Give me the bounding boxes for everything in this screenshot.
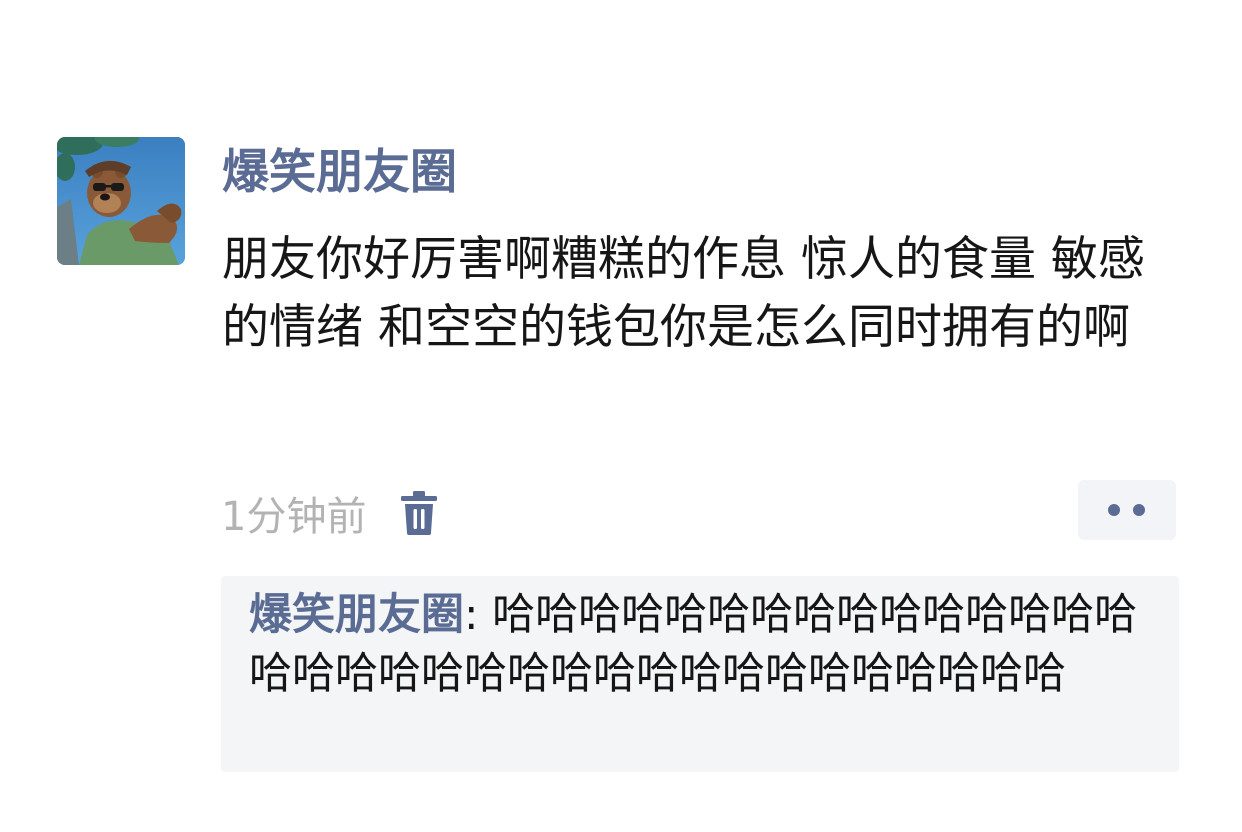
post-author-name[interactable]: 爆笑朋友圈	[222, 141, 457, 205]
comment-author[interactable]: 爆笑朋友圈	[249, 590, 464, 640]
more-options-button[interactable]	[1078, 480, 1176, 540]
post-text: 朋友你好厉害啊糟糕的作息 惊人的食量 敏感的情绪 和空空的钱包你是怎么同时拥有的…	[222, 232, 1145, 355]
avatar[interactable]	[57, 137, 185, 265]
comment-item: 爆笑朋友圈: 哈哈哈哈哈哈哈哈哈哈哈哈哈哈哈哈哈哈哈哈哈哈哈哈哈哈哈哈哈哈哈哈哈…	[249, 586, 1154, 704]
post-meta-row: 1分钟前	[221, 483, 438, 543]
moments-post: 爆笑朋友圈 朋友你好厉害啊糟糕的作息 惊人的食量 敏感的情绪 和空空的钱包你是怎…	[0, 0, 1242, 832]
trash-icon[interactable]	[400, 491, 438, 535]
post-timestamp: 1分钟前	[221, 494, 367, 540]
bear-avatar-image	[57, 137, 185, 265]
comment-section: 爆笑朋友圈: 哈哈哈哈哈哈哈哈哈哈哈哈哈哈哈哈哈哈哈哈哈哈哈哈哈哈哈哈哈哈哈哈哈…	[221, 576, 1179, 772]
more-dots-icon	[1133, 504, 1145, 516]
comment-separator: :	[464, 590, 493, 640]
more-dots-icon	[1108, 504, 1120, 516]
